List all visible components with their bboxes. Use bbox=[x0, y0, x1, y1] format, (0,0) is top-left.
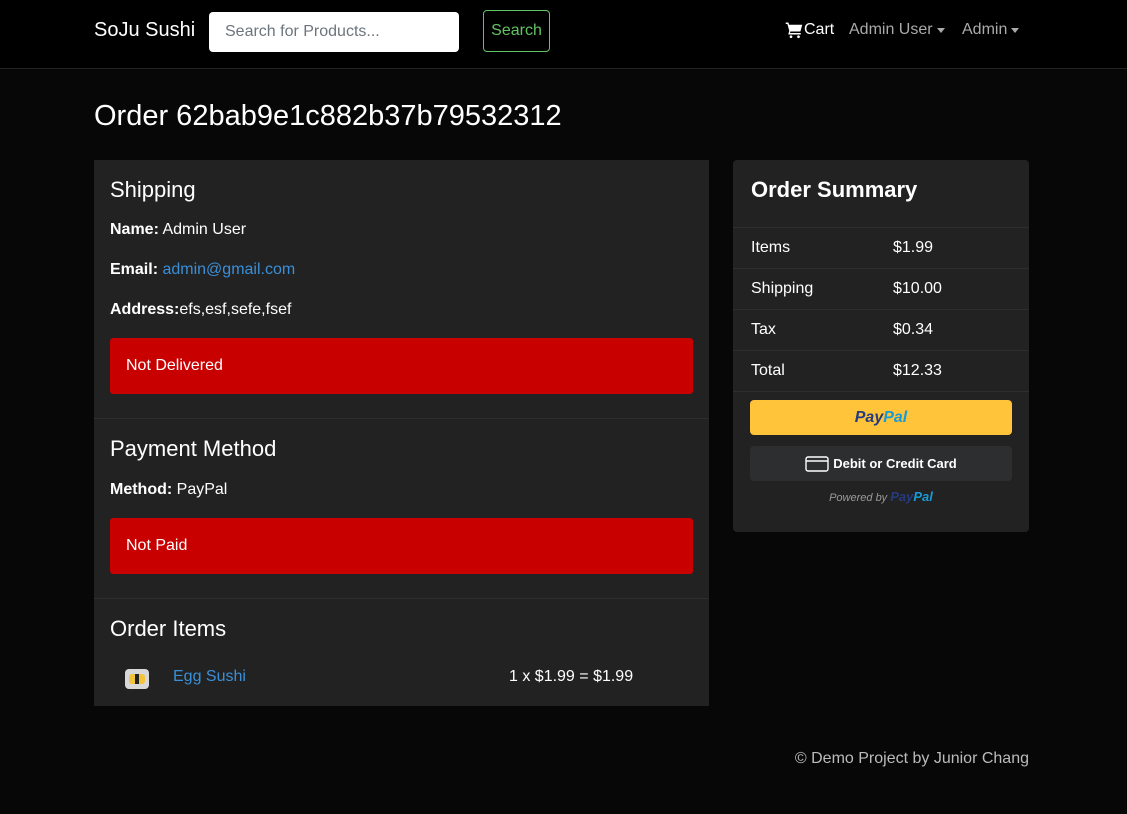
summary-shipping-label: Shipping bbox=[751, 280, 814, 297]
admin-menu-label: Admin bbox=[962, 21, 1008, 38]
paypal-logo-pal: Pal bbox=[883, 408, 908, 426]
summary-row-total: Total $12.33 bbox=[733, 350, 1029, 391]
user-menu-dropdown[interactable]: Admin User bbox=[849, 21, 945, 39]
cart-icon bbox=[785, 22, 803, 39]
brand-link[interactable]: SoJu Sushi bbox=[94, 19, 195, 42]
caret-down-icon bbox=[1011, 28, 1020, 33]
payment-method-label: Method: bbox=[110, 481, 173, 498]
card-button-label: Debit or Credit Card bbox=[833, 456, 957, 471]
summary-row-tax: Tax $0.34 bbox=[733, 309, 1029, 350]
shipping-address-value: efs,esf,sefe,fsef bbox=[179, 301, 292, 318]
credit-card-icon bbox=[805, 455, 829, 472]
shipping-email: Email: admin@gmail.com bbox=[110, 261, 295, 279]
footer-text: © Demo Project by Junior Chang bbox=[794, 750, 1029, 767]
payment-method-value: PayPal bbox=[176, 481, 228, 498]
summary-items-value: $1.99 bbox=[893, 239, 934, 256]
email-link[interactable]: admin@gmail.com bbox=[162, 261, 295, 278]
payment-heading: Payment Method bbox=[110, 436, 277, 461]
summary-tax-value: $0.34 bbox=[893, 321, 934, 338]
summary-row-shipping: Shipping $10.00 bbox=[733, 268, 1029, 309]
summary-divider bbox=[733, 391, 1029, 392]
order-item-link[interactable]: Egg Sushi bbox=[173, 668, 246, 686]
order-items-heading: Order Items bbox=[110, 616, 227, 641]
shipping-section: Shipping Name: Admin User Email: admin@g… bbox=[94, 160, 709, 419]
shipping-name: Name: Admin User bbox=[110, 221, 246, 239]
search-button[interactable]: Search bbox=[483, 10, 550, 52]
payment-status-alert: Not Paid bbox=[110, 518, 693, 574]
debit-credit-card-button[interactable]: Debit or Credit Card bbox=[750, 446, 1012, 481]
summary-shipping-value: $10.00 bbox=[893, 280, 942, 297]
order-summary-panel: Order Summary Items $1.99 Shipping $10.0… bbox=[733, 160, 1029, 532]
search-input[interactable] bbox=[209, 12, 459, 52]
paypal-logo-pay: Pay bbox=[854, 408, 884, 426]
summary-items-label: Items bbox=[751, 239, 791, 256]
caret-down-icon bbox=[936, 28, 945, 33]
powered-by-text: Powered by bbox=[829, 492, 888, 504]
egg-sushi-thumbnail bbox=[125, 669, 149, 689]
summary-tax-label: Tax bbox=[751, 321, 776, 338]
cart-link[interactable]: Cart bbox=[785, 21, 834, 39]
user-menu-label: Admin User bbox=[849, 21, 933, 38]
navbar: SoJu Sushi Search Cart Admin User Admin bbox=[0, 0, 1127, 69]
shipping-address-label: Address: bbox=[110, 301, 180, 318]
order-details-panel: Shipping Name: Admin User Email: admin@g… bbox=[94, 160, 709, 706]
summary-total-value: $12.33 bbox=[893, 362, 942, 379]
shipping-heading: Shipping bbox=[110, 177, 196, 202]
shipping-email-label: Email: bbox=[110, 261, 159, 278]
payment-method: Method: PayPal bbox=[110, 481, 227, 499]
powered-by-paypal: Powered by PayPal bbox=[733, 489, 1029, 504]
shipping-address: Address:efs,esf,sefe,fsef bbox=[110, 301, 291, 319]
summary-row-items: Items $1.99 bbox=[733, 227, 1029, 268]
paypal-button[interactable]: Pay Pal bbox=[750, 400, 1012, 435]
powered-logo-pal: Pal bbox=[913, 489, 933, 504]
page-title: Order 62bab9e1c882b37b79532312 bbox=[94, 100, 562, 132]
payment-section: Payment Method Method: PayPal Not Paid bbox=[94, 419, 709, 599]
summary-total-label: Total bbox=[751, 362, 785, 379]
shipping-name-value: Admin User bbox=[162, 221, 247, 238]
order-item-price-calc: 1 x $1.99 = $1.99 bbox=[509, 668, 634, 685]
shipping-name-label: Name: bbox=[110, 221, 159, 238]
powered-logo-pay: Pay bbox=[890, 489, 914, 504]
admin-menu-dropdown[interactable]: Admin bbox=[962, 21, 1020, 39]
delivery-status-alert: Not Delivered bbox=[110, 338, 693, 394]
order-summary-heading: Order Summary bbox=[751, 177, 918, 202]
cart-label: Cart bbox=[804, 21, 835, 38]
